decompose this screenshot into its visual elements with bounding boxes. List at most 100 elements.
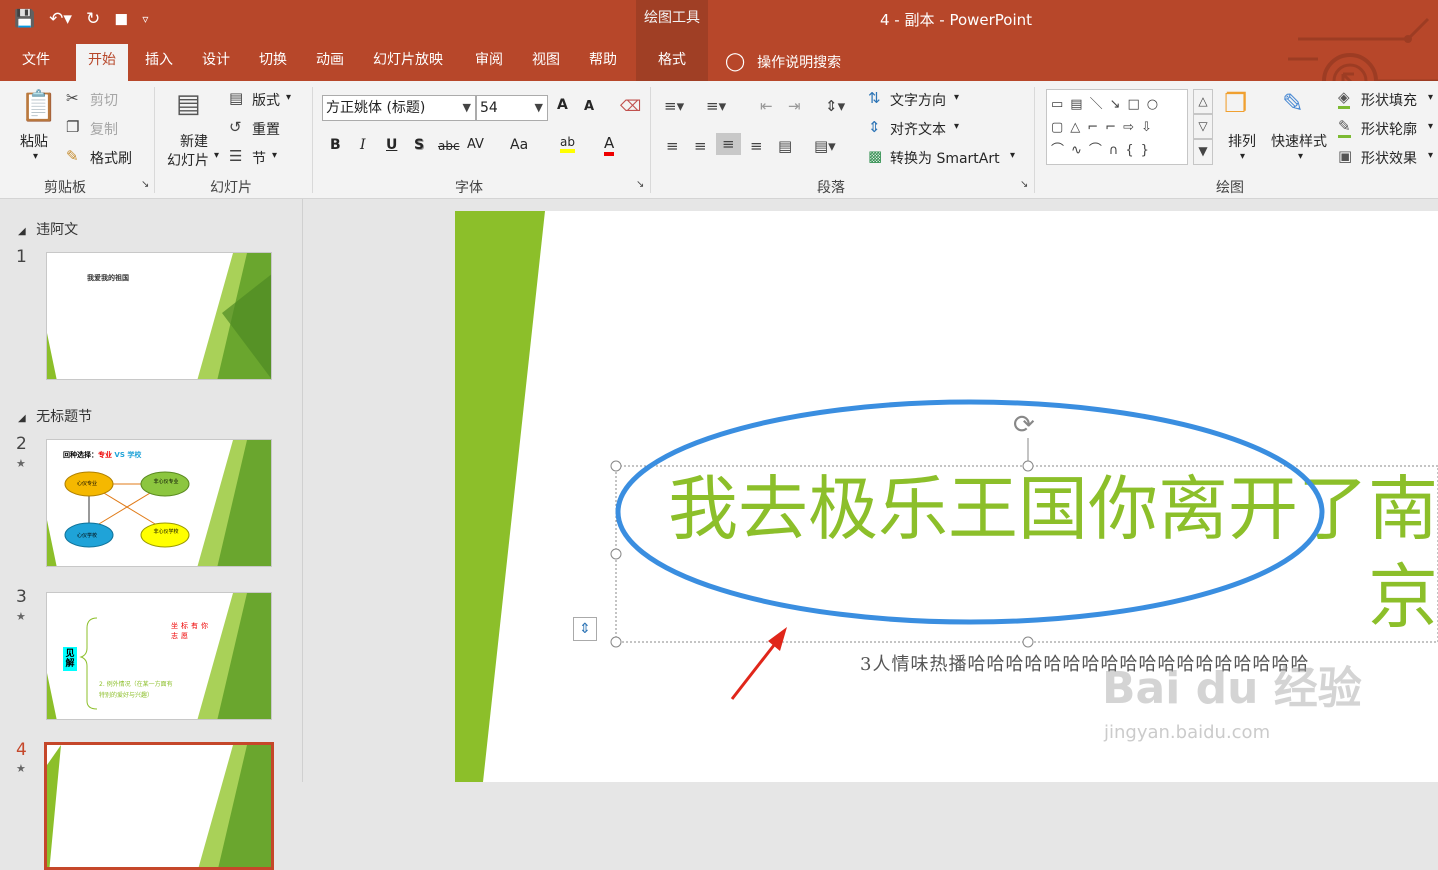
node-label: 非心仪专业 bbox=[153, 479, 179, 485]
arrange-button[interactable]: 排列 bbox=[1228, 131, 1256, 151]
gallery-up-icon[interactable]: △ bbox=[1193, 89, 1213, 114]
autofit-options-icon[interactable]: ⇕ bbox=[573, 617, 597, 641]
paste-dropdown-icon[interactable]: ▾ bbox=[33, 151, 38, 162]
tab-insert[interactable]: 插入 bbox=[145, 48, 173, 81]
save-icon[interactable]: 💾 bbox=[14, 7, 35, 31]
slide-thumbnail-4-selected[interactable] bbox=[44, 742, 274, 870]
new-slide-button[interactable]: 新建 bbox=[180, 131, 208, 151]
grow-font-button[interactable]: A bbox=[557, 97, 568, 113]
tab-review[interactable]: 审阅 bbox=[475, 48, 503, 81]
align-left-icon[interactable]: ≡ bbox=[666, 137, 679, 155]
customize-qat-icon[interactable]: ▿ bbox=[142, 7, 148, 31]
shrink-font-button[interactable]: A bbox=[584, 99, 594, 114]
section-header[interactable]: ◢ 无标题节 bbox=[18, 406, 92, 426]
font-color-button[interactable]: A bbox=[604, 135, 615, 156]
shapes-gallery[interactable]: ▭▤＼↘□○ ▢△⌐⌐⇨⇩ ⌒∿⌒∩{} bbox=[1046, 89, 1188, 165]
text-shadow-button[interactable]: S bbox=[414, 137, 424, 153]
thumb-red-text: 坐标有你志愿 bbox=[171, 622, 211, 640]
present-from-start-icon[interactable]: ◼ bbox=[114, 7, 128, 31]
tab-animations[interactable]: 动画 bbox=[316, 48, 344, 81]
distributed-icon[interactable]: ▤ bbox=[778, 137, 792, 155]
font-launcher-icon[interactable]: ↘ bbox=[636, 179, 644, 190]
copy-button[interactable]: 复制 bbox=[90, 119, 118, 139]
clipboard-launcher-icon[interactable]: ↘ bbox=[141, 179, 149, 190]
increase-indent-icon[interactable]: ⇥ bbox=[788, 97, 801, 115]
paste-icon[interactable]: 📋 bbox=[20, 89, 57, 124]
shape-outline-button[interactable]: 形状轮廓 bbox=[1361, 119, 1417, 139]
thumb-title-part: 回种选择： bbox=[63, 451, 98, 459]
align-center-icon[interactable]: ≡ bbox=[694, 137, 707, 155]
shape-fill-button[interactable]: 形状填充 bbox=[1361, 90, 1417, 110]
align-text-button[interactable]: 对齐文本 bbox=[890, 119, 946, 139]
thumb-title: 回种选择：专业 VS 学校 bbox=[63, 450, 141, 460]
italic-button[interactable]: I bbox=[360, 137, 366, 153]
columns-icon[interactable]: ▤▾ bbox=[814, 137, 836, 155]
slide-theme-graphic bbox=[47, 253, 271, 379]
layout-chevron-icon: ▾ bbox=[286, 92, 292, 103]
section-button[interactable]: 节 bbox=[252, 148, 266, 168]
bullets-icon[interactable]: ≡▾ bbox=[664, 97, 684, 115]
layout-button[interactable]: 版式 bbox=[252, 90, 280, 110]
slide-thumbnail-pane[interactable]: ◢ 违阿文 1 我爱我的祖国 ◢ 无标题节 2 ★ 回种选择：专业 VS 学校 … bbox=[0, 199, 303, 870]
decrease-indent-icon[interactable]: ⇤ bbox=[760, 97, 773, 115]
collapse-icon[interactable]: ◢ bbox=[18, 226, 26, 237]
tab-help[interactable]: 帮助 bbox=[589, 48, 617, 81]
slide-thumbnail-1[interactable]: 我爱我的祖国 bbox=[46, 252, 272, 380]
thumb-green-line: 2. 例外情况（在某一方面有 bbox=[99, 681, 173, 688]
redo-icon[interactable]: ↻ bbox=[86, 7, 100, 31]
quick-access-toolbar: 💾 ↶▾ ↻ ◼ ▿ bbox=[14, 7, 148, 31]
divider bbox=[312, 87, 313, 193]
quick-styles-button[interactable]: 快速样式 bbox=[1271, 131, 1327, 151]
chevron-down-icon: ▾ bbox=[1010, 150, 1016, 161]
slide-thumbnail-2[interactable]: 回种选择：专业 VS 学校 心仪专业 非心仪专业 心仪学校 非心仪学校 bbox=[46, 439, 272, 567]
gallery-down-icon[interactable]: ▽ bbox=[1193, 114, 1213, 139]
chevron-down-icon: ▾ bbox=[1428, 121, 1434, 132]
convert-smartart-button[interactable]: 转换为 SmartArt bbox=[890, 148, 1000, 168]
tab-file[interactable]: 文件 bbox=[22, 48, 50, 81]
thumb-title-part: VS bbox=[112, 451, 128, 459]
new-slide-icon[interactable]: ▤ bbox=[176, 89, 201, 119]
chevron-down-icon[interactable]: ▼ bbox=[535, 96, 543, 120]
tab-design[interactable]: 设计 bbox=[202, 48, 230, 81]
section-header[interactable]: ◢ 违阿文 bbox=[18, 219, 78, 239]
tab-home[interactable]: 开始 bbox=[76, 44, 128, 81]
slide-thumbnail-3[interactable]: 见解 坐标有你志愿 2. 例外情况（在某一方面有 特别的爱好与兴趣） bbox=[46, 592, 272, 720]
text-direction-button[interactable]: 文字方向 bbox=[890, 90, 946, 110]
line-spacing-icon[interactable]: ⇕▾ bbox=[825, 97, 845, 115]
quick-styles-icon: ✎ bbox=[1282, 89, 1304, 119]
reset-button[interactable]: 重置 bbox=[252, 119, 280, 139]
font-size-combo[interactable]: 54 ▼ bbox=[476, 95, 548, 121]
slide-number: 3 bbox=[16, 587, 27, 607]
new-slide-chevron-icon[interactable]: ▾ bbox=[214, 150, 219, 161]
shape-effects-button[interactable]: 形状效果 bbox=[1361, 148, 1417, 168]
bold-button[interactable]: B bbox=[330, 137, 341, 153]
tab-format[interactable]: 格式 bbox=[636, 38, 708, 81]
strikethrough-button[interactable]: abc bbox=[438, 139, 460, 153]
char-spacing-button[interactable]: AV bbox=[467, 137, 484, 152]
paste-button[interactable]: 粘贴 bbox=[20, 131, 48, 151]
format-painter-button[interactable]: 格式刷 bbox=[90, 148, 132, 168]
new-slide-dropdown[interactable]: 幻灯片 bbox=[167, 150, 209, 170]
cut-button[interactable]: 剪切 bbox=[90, 90, 118, 110]
font-name-combo[interactable]: 方正姚体 (标题) ▼ bbox=[322, 95, 476, 121]
numbering-icon[interactable]: ≡▾ bbox=[706, 97, 726, 115]
clear-formatting-icon[interactable]: ⌫ bbox=[620, 97, 641, 115]
slide-theme-graphic bbox=[47, 745, 271, 867]
justify-icon[interactable]: ≡ bbox=[750, 137, 763, 155]
gallery-more-icon[interactable]: ▼ bbox=[1193, 139, 1213, 165]
chevron-down-icon[interactable]: ▼ bbox=[463, 96, 471, 120]
baidu-watermark-url: jingyan.baidu.com bbox=[1104, 722, 1271, 743]
tell-me-search[interactable]: ◯ 操作说明搜索 bbox=[725, 51, 841, 72]
underline-button[interactable]: U bbox=[386, 137, 397, 153]
collapse-icon[interactable]: ◢ bbox=[18, 413, 26, 424]
change-case-button[interactable]: Aa bbox=[510, 137, 528, 153]
divider bbox=[154, 87, 155, 193]
tab-slideshow[interactable]: 幻灯片放映 bbox=[373, 48, 443, 81]
paragraph-launcher-icon[interactable]: ↘ bbox=[1020, 179, 1028, 190]
undo-icon[interactable]: ↶▾ bbox=[49, 7, 72, 31]
tab-transitions[interactable]: 切换 bbox=[259, 48, 287, 81]
align-right-icon[interactable]: ≡ bbox=[716, 133, 741, 155]
highlight-button[interactable]: ab bbox=[560, 135, 575, 153]
tab-view[interactable]: 视图 bbox=[532, 48, 560, 81]
section-name: 无标题节 bbox=[36, 409, 93, 425]
